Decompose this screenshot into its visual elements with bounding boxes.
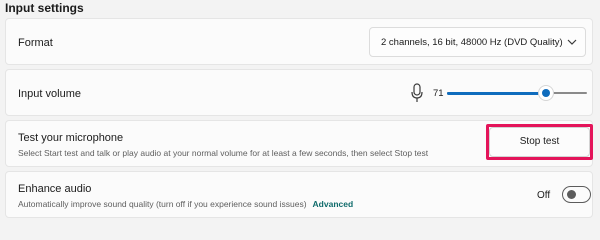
volume-value: 71 xyxy=(433,88,444,99)
toggle-knob xyxy=(567,190,576,199)
test-microphone-title: Test your microphone xyxy=(18,132,124,144)
test-microphone-description: Select Start test and talk or play audio… xyxy=(18,148,429,158)
enhance-toggle-state: Off xyxy=(537,190,551,201)
format-card: Format 2 channels, 16 bit, 48000 Hz (DVD… xyxy=(5,18,593,65)
enhance-audio-description: Automatically improve sound quality (tur… xyxy=(18,199,307,209)
format-dropdown-value: 2 channels, 16 bit, 48000 Hz (DVD Qualit… xyxy=(381,37,563,48)
enhance-audio-title: Enhance audio xyxy=(18,183,92,195)
format-label: Format xyxy=(18,37,53,49)
input-volume-label: Input volume xyxy=(18,88,81,100)
advanced-link[interactable]: Advanced xyxy=(313,199,354,209)
format-dropdown[interactable]: 2 channels, 16 bit, 48000 Hz (DVD Qualit… xyxy=(369,27,586,57)
volume-slider-fill xyxy=(447,92,547,95)
section-title: Input settings xyxy=(5,1,84,15)
volume-slider[interactable] xyxy=(447,84,587,102)
stop-test-button[interactable]: Stop test xyxy=(489,127,590,157)
microphone-icon[interactable] xyxy=(410,83,424,103)
volume-slider-thumb[interactable] xyxy=(538,85,555,101)
enhance-audio-card: Enhance audio Automatically improve soun… xyxy=(5,171,593,218)
chevron-down-icon xyxy=(567,39,577,45)
enhance-audio-toggle[interactable] xyxy=(562,186,591,203)
input-volume-card: Input volume 71 xyxy=(5,69,593,116)
enhance-audio-description-row: Automatically improve sound quality (tur… xyxy=(18,199,353,209)
